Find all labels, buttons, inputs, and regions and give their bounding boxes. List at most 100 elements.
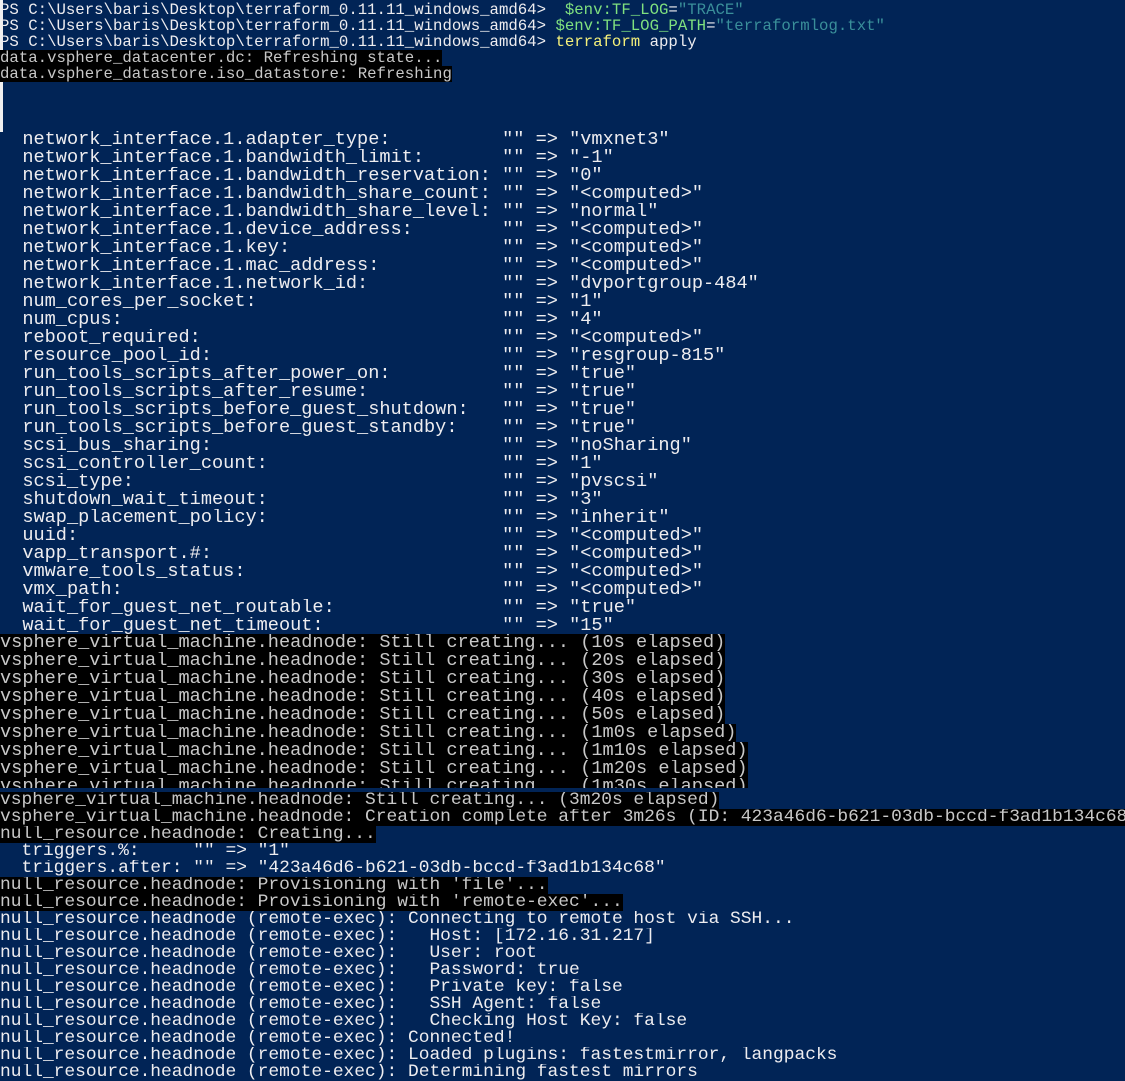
arrow: => [535,365,558,383]
attribute-name: run_tools_scripts_before_guest_standby: [22,419,458,437]
creating-line: vsphere_virtual_machine.headnode: Still … [0,742,748,760]
creating-text: vsphere_virtual_machine.headnode: Still … [0,634,726,652]
attribute-row: scsi_type: "" => "pvscsi" [0,473,759,491]
attribute-new-value: "<computed>" [569,329,704,347]
attribute-old-value: "" [502,149,525,167]
attribute-row: num_cpus: "" => "4" [0,311,759,329]
attribute-row: network_interface.1.device_address: "" =>… [0,221,759,239]
attribute-row: run_tools_scripts_after_resume: "" => "tr… [0,383,759,401]
output-text: triggers.after: "" => "423a46d6-b621-03d… [0,860,666,877]
attribute-new-value: "<computed>" [569,257,704,275]
arrow: => [535,491,558,509]
attribute-name: reboot_required: [22,329,201,347]
arrow: => [535,527,558,545]
refresh-text: data.vsphere_datacenter.dc: Refreshing s… [0,50,443,66]
attribute-new-value: "1" [569,293,603,311]
creating-text: vsphere_virtual_machine.headnode: Still … [0,724,737,742]
output-line: null_resource.headnode (remote-exec): Co… [0,1030,1125,1047]
arrow: => [535,293,558,311]
attribute-old-value: "" [502,509,525,527]
attribute-row: network_interface.1.key: "" => "<computed… [0,239,759,257]
arrow: => [535,311,558,329]
arrow: => [535,455,558,473]
creating-line: vsphere_virtual_machine.headnode: Still … [0,778,748,788]
arrow: => [535,239,558,257]
attribute-new-value: "4" [569,311,603,329]
attribute-row: network_interface.1.network_id: "" => "dv… [0,275,758,293]
creating-line: vsphere_virtual_machine.headnode: Still … [0,634,748,652]
attribute-row: run_tools_scripts_before_guest_standby: "… [0,419,759,437]
attribute-name: swap_placement_policy: [22,509,268,527]
attribute-name: num_cores_per_socket: [22,293,257,311]
arrow: => [535,185,558,203]
attribute-old-value: "" [502,221,525,239]
plan-attributes: network_interface.1.adapter_type: "" => "… [0,131,759,635]
attribute-row: shutdown_wait_timeout: "" => "3" [0,491,759,509]
arrow: => [535,473,558,491]
creating-line: vsphere_virtual_machine.headnode: Still … [0,652,748,670]
attribute-old-value: "" [502,311,525,329]
output-line: triggers.%: "" => "1" [0,843,1125,860]
output-text: null_resource.headnode: Creating... [0,826,376,843]
output-text: null_resource.headnode (remote-exec): SS… [0,996,602,1013]
command-line: PS C:\Users\baris\Desktop\terraform_0.11… [0,18,885,34]
env-variable: $env:TF_LOG [555,2,669,18]
output-line: null_resource.headnode: Provisioning wit… [0,894,1125,911]
output-line: triggers.after: "" => "423a46d6-b621-03d… [0,860,1125,877]
attribute-name: num_cpus: [22,311,123,329]
attribute-new-value: "<computed>" [569,239,704,257]
attribute-old-value: "" [502,473,525,491]
equals-sign: = [668,2,678,18]
output-text: null_resource.headnode (remote-exec): Pa… [0,962,580,979]
output-text: null_resource.headnode (remote-exec): Pr… [0,979,623,996]
command-history: PS C:\Users\baris\Desktop\terraform_0.11… [0,2,885,50]
string-value: "terraformlog.txt" [715,18,885,34]
env-variable: $env:TF_LOG_PATH [555,18,707,34]
attribute-name: scsi_type: [22,473,134,491]
attribute-new-value: "-1" [569,149,614,167]
attribute-new-value: "<computed>" [569,185,704,203]
attribute-old-value: "" [502,581,525,599]
output-text: triggers.%: "" => "1" [0,843,290,860]
attribute-new-value: "true" [569,401,637,419]
attribute-old-value: "" [502,455,525,473]
command-keyword: terraform [555,34,641,50]
command-line: PS C:\Users\baris\Desktop\terraform_0.11… [0,34,885,50]
attribute-name: network_interface.1.adapter_type: [22,131,391,149]
attribute-row: swap_placement_policy: "" => "inherit" [0,509,759,527]
output-line: null_resource.headnode (remote-exec): De… [0,1064,1125,1081]
attribute-row: run_tools_scripts_after_power_on: "" => "… [0,365,759,383]
attribute-row: uuid: "" => "<computed>" [0,527,759,545]
attribute-name: vmx_path: [22,581,123,599]
arrow: => [535,149,558,167]
prompt: PS C:\Users\baris\Desktop\terraform_0.11… [0,34,556,50]
attribute-name: uuid: [22,527,79,545]
arrow: => [535,437,558,455]
attribute-row: run_tools_scripts_before_guest_shutdown:… [0,401,759,419]
output-line: null_resource.headnode (remote-exec): Us… [0,945,1125,962]
attribute-row: network_interface.1.mac_address: "" => "<… [0,257,759,275]
output-text: null_resource.headnode (remote-exec): Co… [0,1030,516,1047]
attribute-new-value: "normal" [569,203,659,221]
creating-text: vsphere_virtual_machine.headnode: Still … [0,706,726,724]
output-line: null_resource.headnode (remote-exec): Pr… [0,979,1125,996]
attribute-old-value: "" [502,437,525,455]
attribute-new-value: "true" [569,599,637,617]
arrow: => [535,131,558,149]
creating-text: vsphere_virtual_machine.headnode: Still … [0,760,748,778]
attribute-new-value: "true" [569,419,637,437]
attribute-old-value: "" [502,545,525,563]
attribute-new-value: "true" [569,383,637,401]
attribute-new-value: "<computed>" [569,563,704,581]
attribute-row: network_interface.1.bandwidth_reservatio… [0,167,759,185]
output-line: vsphere_virtual_machine.headnode: Still … [0,792,1125,809]
attribute-old-value: "" [502,203,525,221]
attribute-name: wait_for_guest_net_routable: [22,599,335,617]
output-line: null_resource.headnode (remote-exec): Lo… [0,1047,1125,1064]
creating-line: vsphere_virtual_machine.headnode: Still … [0,706,748,724]
output-text: null_resource.headnode (remote-exec): Ho… [0,928,655,945]
attribute-row: resource_pool_id: "" => "resgroup-815" [0,347,759,365]
attribute-row: network_interface.1.bandwidth_share_leve… [0,203,759,221]
arrow: => [535,347,558,365]
attribute-new-value: "true" [569,365,637,383]
